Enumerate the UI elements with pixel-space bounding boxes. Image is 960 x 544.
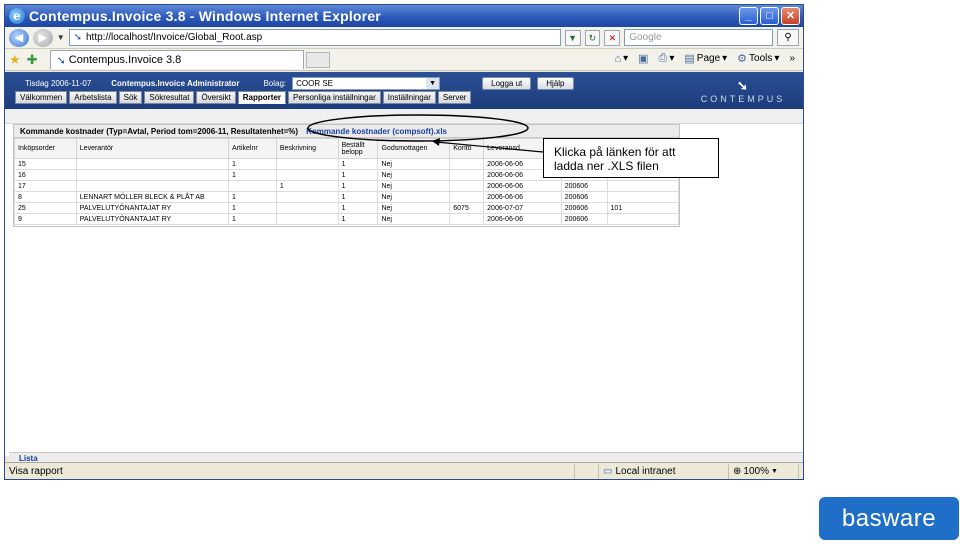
callout-arrow-line <box>435 141 544 153</box>
callout-box: Klicka på länken för att ladda ner .XLS … <box>543 138 719 178</box>
annotation-overlay <box>307 114 544 153</box>
callout-arrowhead <box>432 138 440 146</box>
slide: e Contempus.Invoice 3.8 - Windows Intern… <box>0 0 960 544</box>
highlight-ellipse <box>307 114 529 142</box>
basware-logo: basware <box>819 497 959 540</box>
